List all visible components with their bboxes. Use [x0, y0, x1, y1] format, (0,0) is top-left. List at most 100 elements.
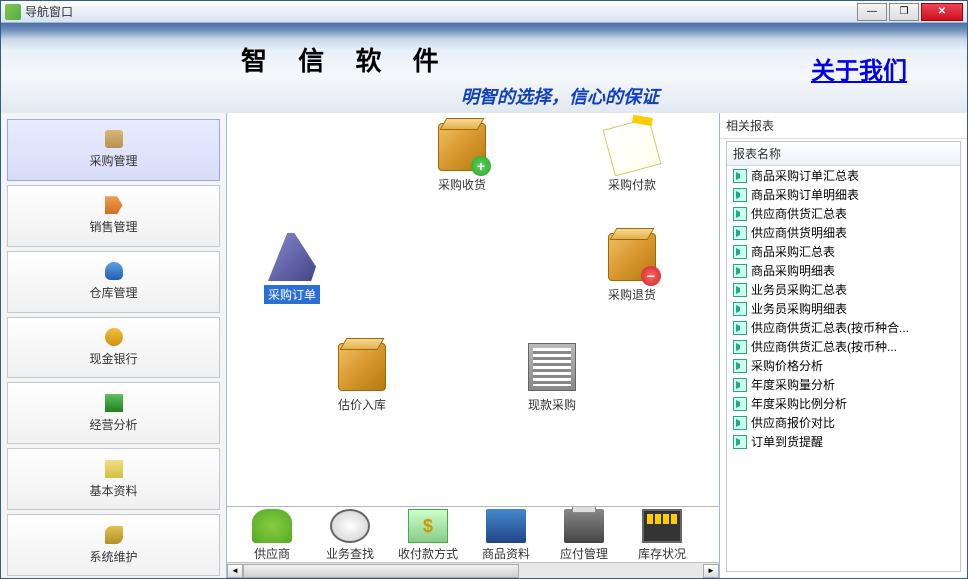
tool-item-1[interactable]: 业务查找: [311, 509, 389, 562]
tool-item-label: 商品资料: [482, 545, 530, 562]
report-label: 业务员采购汇总表: [751, 281, 847, 298]
tool-item-label: 收付款方式: [398, 545, 458, 562]
report-row-12[interactable]: 年度采购比例分析: [727, 394, 960, 413]
canvas: +采购收货 采购付款采购订单 −采购退货估价入库 现款采购: [227, 113, 719, 506]
sidebar-item-label: 现金银行: [89, 350, 137, 367]
report-icon: [733, 378, 747, 392]
si-chart-icon: [105, 394, 123, 412]
tool-item-4[interactable]: 应付管理: [545, 509, 623, 562]
report-row-2[interactable]: 供应商供货汇总表: [727, 204, 960, 223]
card-icon: [603, 118, 662, 177]
minus-badge-icon: −: [641, 266, 661, 286]
broom-icon: [268, 233, 316, 281]
report-icon: [733, 302, 747, 316]
report-icon: [733, 321, 747, 335]
sidebar-item-1[interactable]: 销售管理: [7, 185, 220, 247]
report-label: 供应商供货明细表: [751, 224, 847, 241]
report-row-7[interactable]: 业务员采购明细表: [727, 299, 960, 318]
scroll-right-button[interactable]: ►: [703, 564, 719, 578]
report-icon: [733, 397, 747, 411]
canvas-item-0[interactable]: +采购收货: [417, 123, 507, 194]
report-label: 订单到货提醒: [751, 433, 823, 450]
report-row-0[interactable]: 商品采购订单汇总表: [727, 166, 960, 185]
about-link[interactable]: 关于我们: [811, 51, 907, 86]
report-label: 年度采购比例分析: [751, 395, 847, 412]
report-row-11[interactable]: 年度采购量分析: [727, 375, 960, 394]
canvas-item-1[interactable]: 采购付款: [587, 123, 677, 194]
canvas-item-5[interactable]: 现款采购: [507, 343, 597, 414]
maximize-button[interactable]: [889, 3, 919, 21]
sidebar-item-6[interactable]: 系统维护: [7, 514, 220, 576]
si-money-icon: [105, 328, 123, 346]
sidebar-item-label: 系统维护: [89, 548, 137, 565]
sidebar: 采购管理销售管理仓库管理现金银行经营分析基本资料系统维护: [1, 113, 227, 578]
report-row-9[interactable]: 供应商供货汇总表(按币种...: [727, 337, 960, 356]
body: 采购管理销售管理仓库管理现金银行经营分析基本资料系统维护 +采购收货采购付款采购…: [1, 113, 967, 578]
report-label: 商品采购订单汇总表: [751, 167, 859, 184]
si-tag-icon: [105, 196, 123, 214]
report-label: 业务员采购明细表: [751, 300, 847, 317]
si-db-icon: [105, 262, 123, 280]
hand-icon: [252, 509, 292, 543]
sidebar-item-5[interactable]: 基本资料: [7, 448, 220, 510]
sidebar-item-label: 销售管理: [89, 218, 137, 235]
reports-box: 报表名称 商品采购订单汇总表商品采购订单明细表供应商供货汇总表供应商供货明细表商…: [726, 141, 961, 572]
toolbar-scrollbar[interactable]: ◄ ►: [227, 562, 719, 578]
report-label: 商品采购汇总表: [751, 243, 835, 260]
report-row-8[interactable]: 供应商供货汇总表(按币种合...: [727, 318, 960, 337]
titlebar: 导航窗口: [1, 1, 967, 23]
banner-subtitle: 明智的选择，信心的保证: [461, 83, 659, 109]
tool-item-2[interactable]: 收付款方式: [389, 509, 467, 562]
box3d-icon: +: [438, 123, 486, 171]
minimize-button[interactable]: [857, 3, 887, 21]
report-row-1[interactable]: 商品采购订单明细表: [727, 185, 960, 204]
report-label: 供应商供货汇总表(按币种...: [751, 338, 897, 355]
report-icon: [733, 435, 747, 449]
sidebar-item-3[interactable]: 现金银行: [7, 317, 220, 379]
tool-item-5[interactable]: 库存状况: [623, 509, 701, 562]
report-icon: [733, 283, 747, 297]
toolbar-items: 供应商 业务查找收付款方式 商品资料 应付管理库存状况: [227, 507, 719, 562]
tool-item-0[interactable]: 供应商: [233, 509, 311, 562]
sidebar-item-label: 经营分析: [89, 416, 137, 433]
report-row-13[interactable]: 供应商报价对比: [727, 413, 960, 432]
scroll-track[interactable]: [243, 564, 703, 578]
box3d-icon: [338, 343, 386, 391]
report-icon: [733, 245, 747, 259]
report-label: 供应商报价对比: [751, 414, 835, 431]
screen-icon: [642, 509, 682, 543]
si-cart-icon: [105, 130, 123, 148]
report-icon: [733, 264, 747, 278]
building-icon: [528, 343, 576, 391]
report-label: 商品采购订单明细表: [751, 186, 859, 203]
sidebar-item-2[interactable]: 仓库管理: [7, 251, 220, 313]
report-row-14[interactable]: 订单到货提醒: [727, 432, 960, 451]
close-button[interactable]: [921, 3, 963, 21]
scroll-thumb[interactable]: [243, 564, 519, 578]
sidebar-item-4[interactable]: 经营分析: [7, 382, 220, 444]
report-label: 年度采购量分析: [751, 376, 835, 393]
canvas-item-4[interactable]: 估价入库: [317, 343, 407, 414]
report-row-6[interactable]: 业务员采购汇总表: [727, 280, 960, 299]
report-row-3[interactable]: 供应商供货明细表: [727, 223, 960, 242]
canvas-item-2[interactable]: 采购订单: [247, 233, 337, 304]
report-label: 采购价格分析: [751, 357, 823, 374]
report-row-10[interactable]: 采购价格分析: [727, 356, 960, 375]
tool-item-3[interactable]: 商品资料: [467, 509, 545, 562]
box3d-icon: −: [608, 233, 656, 281]
report-label: 商品采购明细表: [751, 262, 835, 279]
sidebar-item-0[interactable]: 采购管理: [7, 119, 220, 181]
tool-item-label: 供应商: [254, 545, 290, 562]
scroll-left-button[interactable]: ◄: [227, 564, 243, 578]
reports-panel: 相关报表 报表名称 商品采购订单汇总表商品采购订单明细表供应商供货汇总表供应商供…: [719, 113, 967, 578]
printer-icon: [564, 509, 604, 543]
report-row-4[interactable]: 商品采购汇总表: [727, 242, 960, 261]
report-icon: [733, 207, 747, 221]
canvas-item-label: 采购订单: [264, 285, 320, 304]
canvas-item-3[interactable]: −采购退货: [587, 233, 677, 304]
report-row-5[interactable]: 商品采购明细表: [727, 261, 960, 280]
main-area: +采购收货 采购付款采购订单 −采购退货估价入库 现款采购 供应商 业务查找收付款方式 商…: [227, 113, 719, 578]
reports-header: 报表名称: [727, 142, 960, 166]
canvas-item-label: 估价入库: [334, 395, 390, 414]
tool-item-label: 应付管理: [560, 545, 608, 562]
